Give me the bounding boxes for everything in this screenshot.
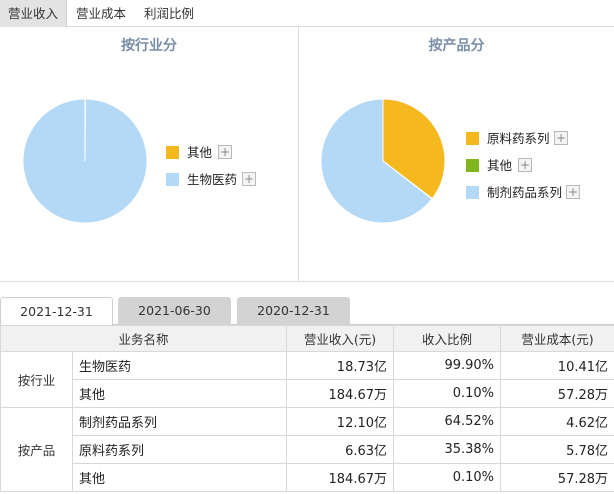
- cell-cost: 4.62亿: [500, 407, 614, 436]
- table-row: 按行业 生物医药 18.73亿 99.90% 10.41亿: [0, 351, 614, 408]
- group-label-industry: 按行业: [0, 351, 73, 408]
- table-row: 其他 184.67万 0.10% 57.28万: [1, 463, 614, 492]
- cell-business-name: 其他: [71, 379, 288, 408]
- table-row: 原料药系列 6.63亿 35.38% 5.78亿: [1, 435, 614, 464]
- header-cost: 营业成本(元): [500, 325, 614, 352]
- product-pie-chart: [320, 98, 446, 224]
- legend-label-formulation-series: 制剂药品系列: [487, 185, 563, 200]
- legend-swatch: [466, 132, 479, 145]
- legend-swatch: [166, 173, 179, 186]
- expand-biomedicine-button[interactable]: +: [242, 172, 256, 186]
- legend-swatch: [466, 159, 479, 172]
- cell-ratio: 0.10%: [393, 463, 502, 492]
- header-revenue: 营业收入(元): [286, 325, 395, 352]
- tab-revenue[interactable]: 营业收入: [0, 0, 67, 27]
- tab-profit-ratio[interactable]: 利润比例: [135, 0, 203, 27]
- top-tab-bar: 营业收入 营业成本 利润比例: [0, 0, 614, 27]
- business-breakdown-table: 业务名称 营业收入(元) 收入比例 营业成本(元) 按行业 生物医药 18.73…: [0, 325, 614, 492]
- cell-ratio: 0.10%: [393, 379, 502, 408]
- header-revenue-ratio: 收入比例: [393, 325, 502, 352]
- table-row: 按产品 制剂药品系列 12.10亿 64.52% 4.62亿: [0, 407, 614, 492]
- cell-cost: 5.78亿: [500, 435, 614, 464]
- cell-business-name: 其他: [71, 463, 288, 492]
- group-label-product: 按产品: [0, 407, 73, 492]
- expand-other-button[interactable]: +: [218, 145, 232, 159]
- legend-label-biomedicine: 生物医药: [187, 172, 238, 187]
- expand-other-button[interactable]: +: [518, 158, 532, 172]
- cell-business-name: 制剂药品系列: [71, 407, 288, 436]
- cell-business-name: 生物医药: [71, 351, 288, 380]
- cell-cost: 57.28万: [500, 379, 614, 408]
- header-business-name: 业务名称: [0, 325, 288, 352]
- tab-date-2021-12-31[interactable]: 2021-12-31: [0, 297, 113, 326]
- date-tab-bar: 2021-12-31 2021-06-30 2020-12-31: [0, 297, 614, 326]
- product-chart-panel: 按产品分 原料药系列 + 其他 + 制剂药品系列 +: [299, 27, 614, 282]
- cell-revenue: 184.67万: [286, 379, 395, 408]
- table-header-row: 业务名称 营业收入(元) 收入比例 营业成本(元): [0, 325, 614, 352]
- legend-label-other: 其他: [187, 145, 213, 160]
- cell-revenue: 184.67万: [286, 463, 395, 492]
- cell-ratio: 99.90%: [393, 351, 502, 380]
- cell-revenue: 6.63亿: [286, 435, 395, 464]
- industry-chart-panel: 按行业分 其他 + 生物医药 +: [0, 27, 299, 282]
- legend-swatch: [166, 146, 179, 159]
- tab-date-2021-06-30[interactable]: 2021-06-30: [118, 297, 231, 325]
- legend-label-other: 其他: [487, 158, 513, 173]
- cell-business-name: 原料药系列: [71, 435, 288, 464]
- cell-ratio: 35.38%: [393, 435, 502, 464]
- cell-revenue: 18.73亿: [286, 351, 395, 380]
- pie-slice-1[interactable]: [22, 98, 148, 224]
- tab-date-2020-12-31[interactable]: 2020-12-31: [237, 297, 350, 325]
- cell-cost: 57.28万: [500, 463, 614, 492]
- industry-pie-chart: [22, 98, 148, 224]
- cell-cost: 10.41亿: [500, 351, 614, 380]
- legend-swatch: [466, 186, 479, 199]
- cell-revenue: 12.10亿: [286, 407, 395, 436]
- expand-formulation-series-button[interactable]: +: [566, 185, 580, 199]
- tab-cost[interactable]: 营业成本: [67, 0, 135, 27]
- table-row: 其他 184.67万 0.10% 57.28万: [1, 379, 614, 408]
- cell-ratio: 64.52%: [393, 407, 502, 436]
- expand-api-series-button[interactable]: +: [554, 131, 568, 145]
- legend-label-api-series: 原料药系列: [487, 131, 550, 146]
